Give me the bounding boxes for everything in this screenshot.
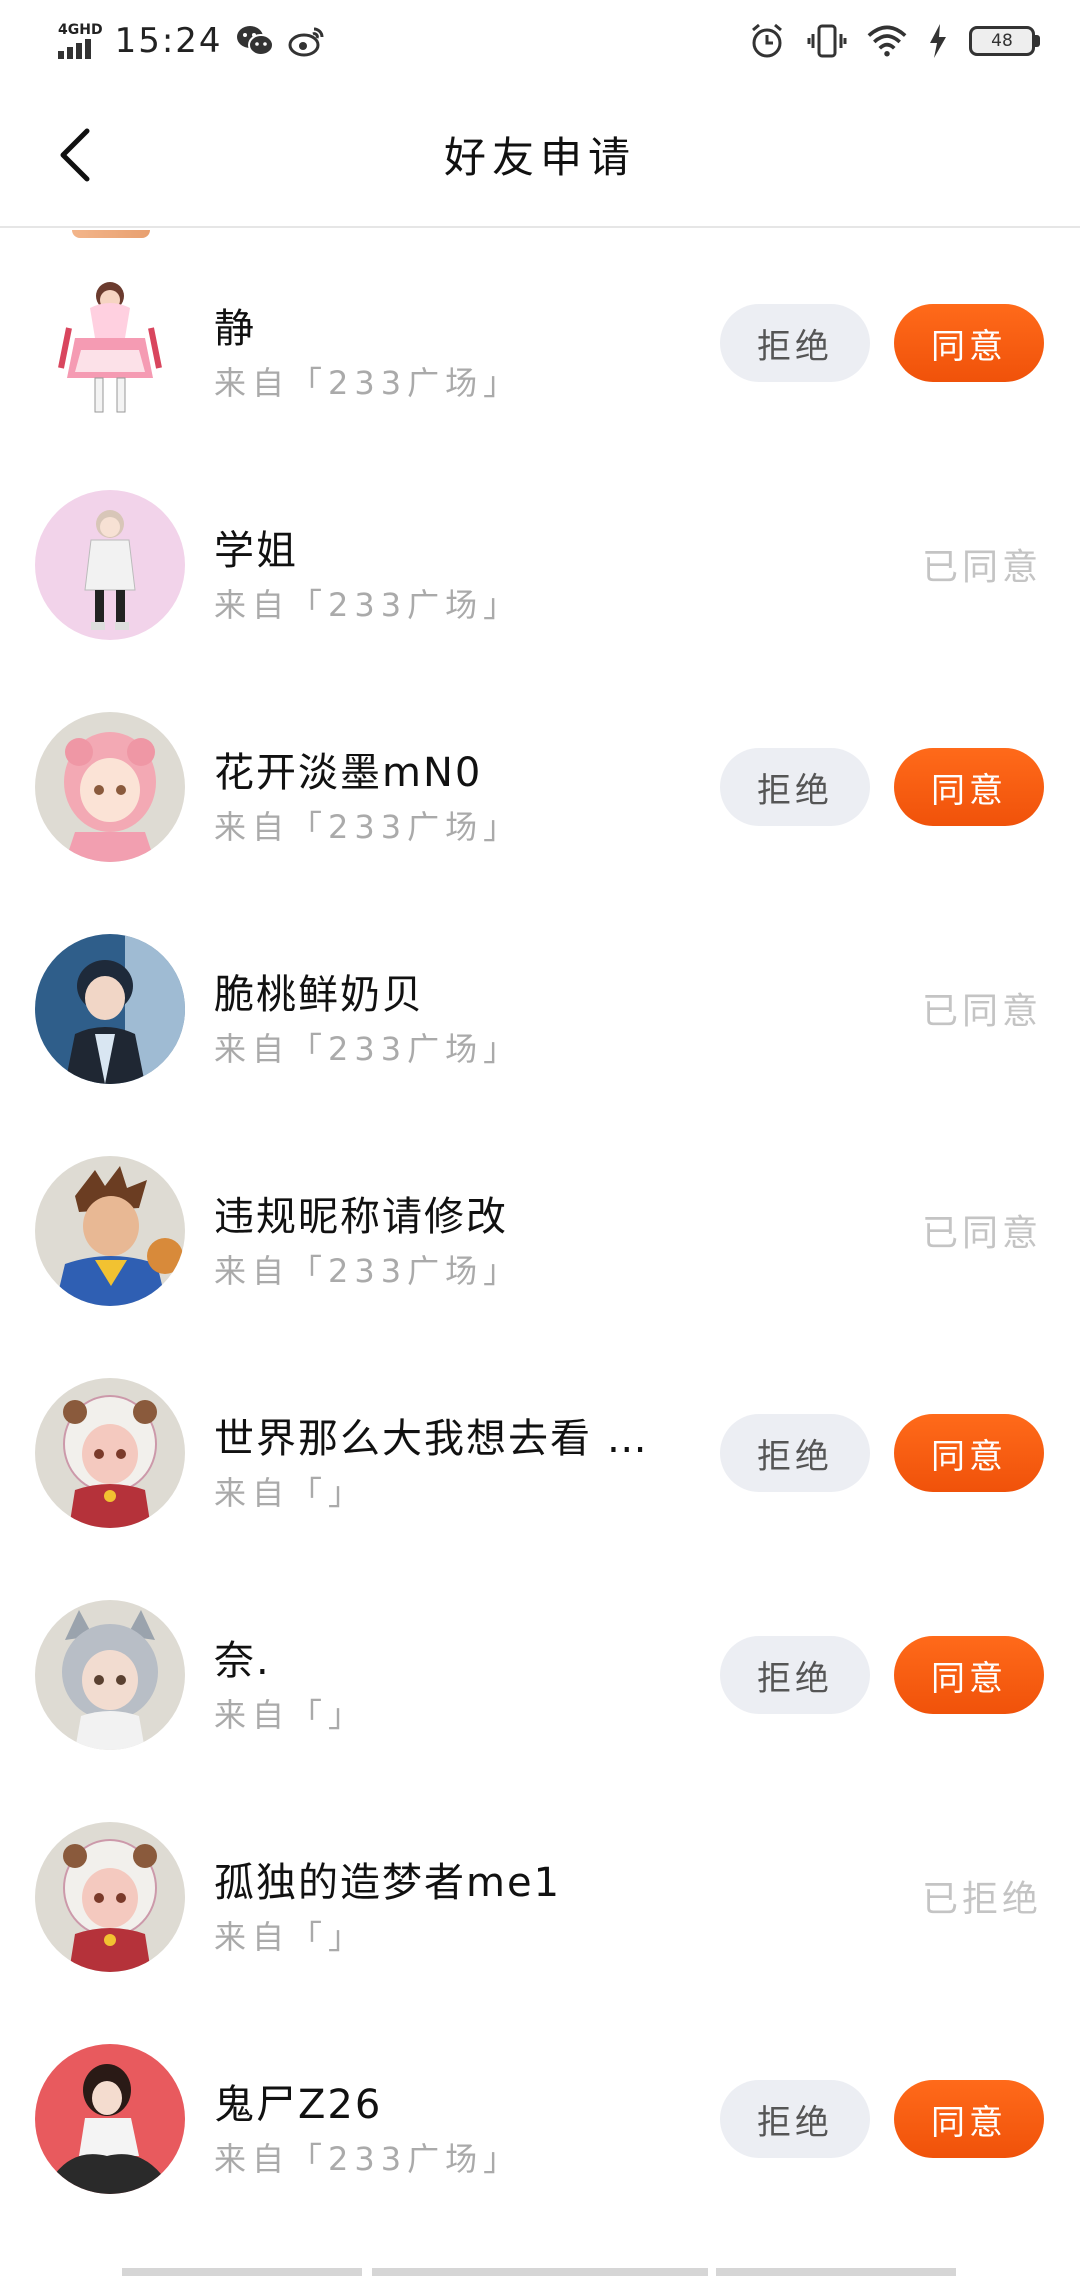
requester-name: 世界那么大我想去看 … — [214, 1416, 649, 1462]
request-row[interactable]: 学姐 来自「233广场」 已同意 — [0, 452, 1080, 674]
accept-button[interactable]: 同意 — [894, 2080, 1044, 2158]
accept-button[interactable]: 同意 — [894, 304, 1044, 382]
request-source: 来自「233广场」 — [214, 2140, 522, 2178]
request-status: 已同意 — [921, 991, 1042, 1032]
nav-bar: 好友申请 — [0, 82, 1080, 228]
charging-icon — [927, 21, 949, 61]
avatar[interactable] — [35, 1600, 185, 1750]
request-status: 已同意 — [921, 1213, 1042, 1254]
status-bar: 4GHD 15:24 48 — [0, 0, 1080, 82]
request-row[interactable]: 静 来自「233广场」 拒绝 同意 — [0, 230, 1080, 452]
battery-level: 48 — [991, 31, 1013, 51]
reject-button[interactable]: 拒绝 — [720, 1636, 870, 1714]
request-status: 已同意 — [921, 547, 1042, 588]
requester-name: 静 — [214, 306, 256, 352]
reject-button[interactable]: 拒绝 — [720, 2080, 870, 2158]
requester-name: 花开淡墨mN0 — [214, 750, 483, 796]
reject-button[interactable]: 拒绝 — [720, 304, 870, 382]
requester-name: 鬼尸Z26 — [214, 2082, 383, 2128]
request-source: 来自「」 — [214, 1918, 367, 1956]
request-source: 来自「」 — [214, 1696, 367, 1734]
status-bar-left: 4GHD 15:24 — [58, 21, 327, 61]
chevron-left-icon — [60, 128, 90, 182]
request-source: 来自「」 — [214, 1474, 367, 1512]
wechat-icon — [235, 21, 275, 61]
avatar[interactable] — [35, 1822, 185, 1972]
requester-name: 学姐 — [214, 528, 298, 574]
request-status: 已拒绝 — [921, 1879, 1042, 1920]
requester-name: 脆桃鲜奶贝 — [214, 972, 424, 1018]
accept-button[interactable]: 同意 — [894, 748, 1044, 826]
home-indicator — [0, 2268, 1080, 2280]
request-row[interactable]: 奈. 来自「」 拒绝 同意 — [0, 1562, 1080, 1784]
request-row[interactable]: 世界那么大我想去看 … 来自「」 拒绝 同意 — [0, 1340, 1080, 1562]
request-source: 来自「233广场」 — [214, 1252, 522, 1290]
request-row[interactable]: 孤独的造梦者me1 来自「」 已拒绝 — [0, 1784, 1080, 2006]
wifi-icon — [867, 21, 907, 61]
request-row[interactable]: 花开淡墨mN0 来自「233广场」 拒绝 同意 — [0, 674, 1080, 896]
reject-button[interactable]: 拒绝 — [720, 748, 870, 826]
weibo-icon — [287, 21, 327, 61]
avatar[interactable] — [35, 490, 185, 640]
alarm-icon — [747, 21, 787, 61]
avatar[interactable] — [35, 1156, 185, 1306]
status-bar-right: 48 — [747, 21, 1040, 61]
clock: 15:24 — [114, 21, 223, 61]
request-source: 来自「233广场」 — [214, 808, 522, 846]
signal-bars-icon — [58, 37, 91, 59]
request-source: 来自「233广场」 — [214, 364, 522, 402]
avatar[interactable] — [35, 2044, 185, 2194]
requester-name: 孤独的造梦者me1 — [214, 1860, 562, 1906]
back-button[interactable] — [40, 120, 110, 190]
accept-button[interactable]: 同意 — [894, 1636, 1044, 1714]
avatar[interactable] — [35, 934, 185, 1084]
signal-indicator: 4GHD — [58, 23, 103, 59]
avatar[interactable] — [35, 268, 185, 418]
reject-button[interactable]: 拒绝 — [720, 1414, 870, 1492]
request-row[interactable]: 违规昵称请修改 来自「233广场」 已同意 — [0, 1118, 1080, 1340]
request-row[interactable]: 脆桃鲜奶贝 来自「233广场」 已同意 — [0, 896, 1080, 1118]
page-title: 好友申请 — [443, 132, 636, 182]
avatar[interactable] — [35, 712, 185, 862]
request-source: 来自「233广场」 — [214, 586, 522, 624]
request-source: 来自「233广场」 — [214, 1030, 522, 1068]
battery-indicator: 48 — [969, 26, 1040, 56]
request-row[interactable]: 鬼尸Z26 来自「233广场」 拒绝 同意 — [0, 2006, 1080, 2228]
network-type: 4GHD — [58, 22, 103, 38]
accept-button[interactable]: 同意 — [894, 1414, 1044, 1492]
vibrate-icon — [807, 21, 847, 61]
requester-name: 奈. — [214, 1638, 271, 1684]
requester-name: 违规昵称请修改 — [214, 1194, 508, 1240]
avatar[interactable] — [35, 1378, 185, 1528]
